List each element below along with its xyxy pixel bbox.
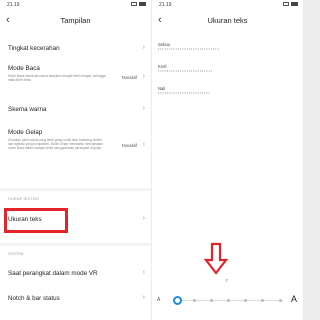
settings-item-reading-mode[interactable]: Mode Baca Mode Baca membuat warna tampil… xyxy=(0,62,151,94)
text-size-slider[interactable]: A A xyxy=(152,294,303,308)
settings-item-description: Gunakan palet warna yang lebih gelap unt… xyxy=(8,138,103,150)
settings-item-value: Nonaktif xyxy=(121,143,137,148)
preview-text: • • • • • • • • • • • • • • • • • • • • … xyxy=(158,91,210,95)
settings-item-label: Saat perangkat dalam mode VR xyxy=(8,270,98,277)
status-bar: 21.19 xyxy=(7,2,146,10)
chevron-right-icon: › xyxy=(142,73,145,80)
wifi-icon xyxy=(131,2,137,6)
large-text-icon: A xyxy=(290,294,297,304)
status-time: 21.19 xyxy=(159,2,172,8)
settings-item-label: Mode Gelap xyxy=(8,129,43,136)
settings-item-vr-mode[interactable]: Saat perangkat dalam mode VR › xyxy=(0,267,151,283)
chevron-right-icon: › xyxy=(142,105,145,112)
settings-item-brightness[interactable]: Tingkat kecerahan › xyxy=(0,42,151,58)
preview-text: • • • • • • • • • • • • • • • • • • • • … xyxy=(158,47,219,51)
section-header-system: SISTEM xyxy=(8,252,24,256)
settings-item-label: Notch & bar status xyxy=(8,295,60,302)
wifi-icon xyxy=(283,2,289,6)
chevron-right-icon: › xyxy=(142,44,145,51)
slider-step-dot[interactable] xyxy=(278,299,282,302)
status-bar: 21.19 xyxy=(159,2,298,10)
chevron-right-icon: › xyxy=(142,294,145,301)
slider-step-dot[interactable] xyxy=(209,299,213,302)
battery-icon xyxy=(291,2,298,6)
highlight-box xyxy=(4,208,68,233)
page-title: Tampilan xyxy=(60,16,91,25)
settings-item-dark-mode[interactable]: Mode Gelap Gunakan palet warna yang lebi… xyxy=(0,126,151,166)
preview-text: • • • • • • • • • • • • • • • • • • • • … xyxy=(158,69,212,73)
small-text-icon: A xyxy=(157,297,161,303)
section-divider xyxy=(0,188,151,191)
text-size-preview-large: Nali • • • • • • • • • • • • • • • • • •… xyxy=(158,86,297,96)
text-size-preview-small: Sebuo • • • • • • • • • • • • • • • • • … xyxy=(158,42,297,52)
chevron-right-icon: › xyxy=(142,215,145,222)
text-size-preview-medium: Kreil • • • • • • • • • • • • • • • • • … xyxy=(158,64,297,74)
settings-item-color-scheme[interactable]: Skema warna › xyxy=(0,103,151,119)
chevron-right-icon: › xyxy=(142,141,145,148)
slider-step-dot[interactable] xyxy=(244,299,248,302)
section-header-font: HURUF SISTEM xyxy=(8,197,39,201)
settings-item-notch-status-bar[interactable]: Notch & bar status › xyxy=(0,292,151,308)
settings-item-label: Tingkat kecerahan xyxy=(8,45,60,52)
theme-icon: ⌕ xyxy=(225,278,229,284)
status-icons xyxy=(131,2,146,6)
page-title: Ukuran teks xyxy=(207,16,248,25)
status-icons xyxy=(283,2,298,6)
section-divider xyxy=(0,243,151,246)
settings-item-label: Mode Baca xyxy=(8,65,40,72)
settings-item-label: Skema warna xyxy=(8,106,47,113)
settings-item-value: Nonaktif xyxy=(121,75,137,80)
slider-step-dot[interactable] xyxy=(227,299,230,302)
slider-step-dot[interactable] xyxy=(261,299,265,302)
slider-knob[interactable] xyxy=(172,296,182,305)
down-arrow-annotation-icon xyxy=(204,242,228,275)
settings-item-description: Mode Baca membuat warna tampilan menjadi… xyxy=(8,74,106,82)
display-settings-screen: 21.19 ‹ Tampilan Tingkat kecerahan › Mod… xyxy=(0,0,151,320)
chevron-right-icon: › xyxy=(142,269,145,276)
header: ‹ Ukuran teks xyxy=(152,12,303,30)
status-time: 21.19 xyxy=(7,2,20,8)
slider-step-dot[interactable] xyxy=(192,299,196,302)
battery-icon xyxy=(139,2,146,6)
header: ‹ Tampilan xyxy=(0,12,151,30)
text-size-screen: 21.19 ‹ Ukuran teks Sebuo • • • • • • • … xyxy=(152,0,303,320)
